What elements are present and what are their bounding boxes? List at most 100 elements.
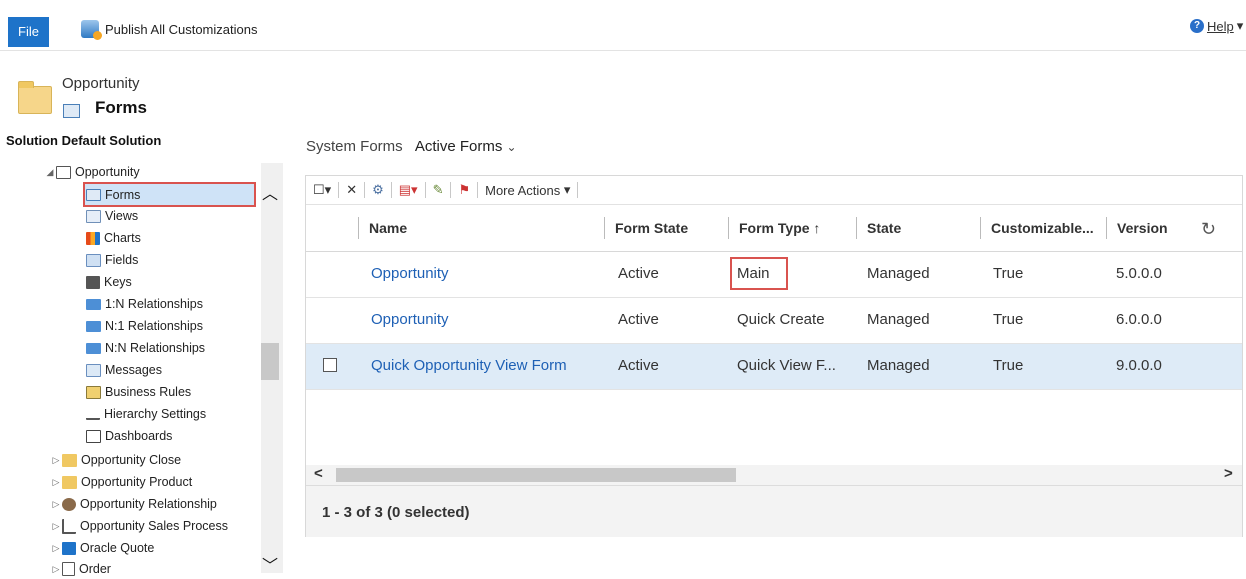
tree-item-n1-relationships[interactable]: N:1 Relationships [86,316,203,336]
top-bar: File Publish All Customizations ? Help ▾ [0,0,1246,51]
tree-item-label: Messages [105,363,162,377]
security-roles-icon[interactable]: ⚙ [365,182,392,198]
form-type: Quick View F... [737,357,836,374]
refresh-icon[interactable]: ↻ [1201,219,1216,240]
tree-node-label: Opportunity [75,165,140,179]
forms-grid: ☐▾ ✕ ⚙ ▤▾ ✎ ⚑ More Actions ▾ Name Form S… [305,175,1243,537]
entity-icon [62,453,77,467]
publish-all-button[interactable]: Publish All Customizations [81,18,257,40]
form-state: Active [618,311,659,328]
form-order-icon[interactable]: ▤▾ [392,182,426,198]
column-header-version[interactable]: Version [1106,217,1168,239]
tree-item-1n-relationships[interactable]: 1:N Relationships [86,294,203,314]
tree-item-hierarchy-settings[interactable]: Hierarchy Settings [86,404,206,424]
fields-icon [86,253,101,267]
tree-node-opportunity-sales-process[interactable]: ▷ Opportunity Sales Process [50,516,228,536]
tree-node-opportunity[interactable]: ◢ Opportunity [44,162,140,182]
edit-icon[interactable]: ✎ [426,182,452,198]
charts-icon [86,231,100,245]
customizable: True [993,357,1024,374]
collapsed-triangle-icon: ▷ [52,454,60,465]
column-header-customizable[interactable]: Customizable... [980,217,1094,239]
record-count: 1 - 3 of 3 (0 selected) [322,504,470,521]
collapsed-triangle-icon: ▷ [52,542,60,553]
tree-item-business-rules[interactable]: Business Rules [86,382,191,402]
scroll-left-icon[interactable]: < [314,465,323,482]
tree-node-opportunity-relationship[interactable]: ▷ Opportunity Relationship [50,494,217,514]
customizable: True [993,265,1024,282]
view-selector[interactable]: System Forms Active Forms ⌄ [306,138,517,155]
grid-toolbar: ☐▾ ✕ ⚙ ▤▾ ✎ ⚑ More Actions ▾ [306,176,1242,205]
table-row[interactable]: Opportunity Active Quick Create Managed … [306,298,1242,344]
table-header: Name Form State Form Type ↑ State Custom… [306,205,1242,252]
grid-footer: 1 - 3 of 3 (0 selected) [306,485,1242,537]
tree-scrollbar-thumb[interactable] [261,343,279,380]
tree-item-label: N:1 Relationships [105,319,203,333]
tree-node-order[interactable]: ▷ Order [50,559,111,579]
views-icon [86,209,101,223]
column-header-state[interactable]: State [856,217,901,239]
relationship-icon [86,342,101,354]
tree-item-label: Hierarchy Settings [104,407,207,421]
table-row[interactable]: Quick Opportunity View Form Active Quick… [306,344,1242,390]
collapsed-triangle-icon: ▷ [52,520,60,531]
tree-item-forms[interactable]: Forms [86,185,140,205]
solution-tree: ◢ Opportunity Forms Views Charts Fields … [0,160,290,576]
chevron-down-icon: ▾ [1236,18,1244,33]
more-actions-button[interactable]: More Actions ▾ [478,182,579,198]
tree-item-fields[interactable]: Fields [86,250,138,270]
tree-node-label: Oracle Quote [80,541,155,555]
tree-node-opportunity-close[interactable]: ▷ Opportunity Close [50,450,182,470]
file-button[interactable]: File [8,17,49,47]
version: 5.0.0.0 [1116,265,1162,282]
state: Managed [867,265,930,282]
view-label: System Forms [306,138,403,155]
new-icon[interactable]: ☐▾ [306,182,340,198]
form-type: Main [737,265,770,282]
tree-item-nn-relationships[interactable]: N:N Relationships [86,338,205,358]
tree-item-label: Business Rules [105,385,192,399]
scroll-right-icon[interactable]: > [1224,465,1233,482]
solution-title: Solution Default Solution [6,133,162,148]
column-header-form-type[interactable]: Form Type ↑ [728,217,820,239]
help-label: Help [1207,18,1234,34]
collapsed-triangle-icon: ▷ [52,476,60,487]
tree-node-label: Opportunity Sales Process [80,519,228,533]
tree-item-label: Forms [105,188,141,202]
delete-icon[interactable]: ✕ [339,182,366,198]
entity-icon [56,165,71,179]
tree-item-dashboards[interactable]: Dashboards [86,426,172,446]
tree-item-charts[interactable]: Charts [86,228,141,248]
tree-node-opportunity-product[interactable]: ▷ Opportunity Product [50,472,193,492]
keys-icon [86,275,100,289]
row-checkbox[interactable] [323,358,337,372]
process-icon [62,518,76,534]
scroll-down-icon[interactable]: ﹀ [262,552,278,576]
form-name-link[interactable]: Quick Opportunity View Form [371,357,567,374]
tree-item-keys[interactable]: Keys [86,272,132,292]
customizable: True [993,311,1024,328]
form-name-link[interactable]: Opportunity [371,311,449,328]
state: Managed [867,311,930,328]
table-row[interactable]: Opportunity Active Main Managed True 5.0… [306,252,1242,298]
help-button[interactable]: ? Help ▾ [1190,18,1243,34]
column-header-name[interactable]: Name [358,217,407,239]
expanded-triangle-icon: ◢ [46,166,54,177]
column-header-form-state[interactable]: Form State [604,217,688,239]
dependencies-icon[interactable]: ⚑ [451,182,479,198]
tree-item-label: Dashboards [105,429,173,443]
scroll-up-icon[interactable]: ︿ [262,180,278,204]
tree-item-views[interactable]: Views [86,206,138,226]
entity-name: Opportunity [62,75,140,92]
messages-icon [86,363,101,377]
arrow-up-icon: ↑ [813,220,821,236]
horizontal-scrollbar[interactable]: < > [306,465,1242,485]
entity-icon [62,475,77,489]
tree-node-oracle-quote[interactable]: ▷ Oracle Quote [50,538,155,558]
tree-node-label: Opportunity Close [81,453,182,467]
tree-item-messages[interactable]: Messages [86,360,162,380]
relationship-icon [86,298,101,310]
horizontal-scrollbar-thumb[interactable] [336,468,736,482]
entity-icon [62,562,75,576]
form-name-link[interactable]: Opportunity [371,265,449,282]
